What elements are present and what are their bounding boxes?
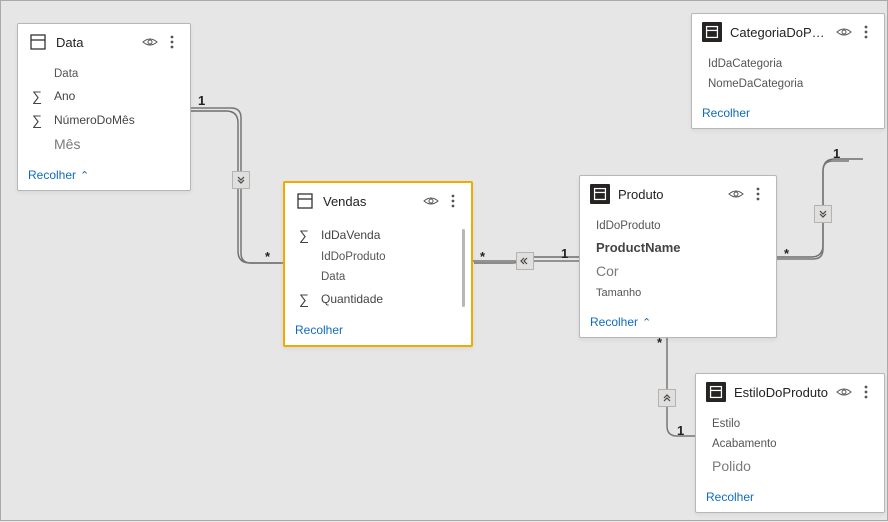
- card-body: IdDoProduto ProductName Cor Tamanho: [580, 212, 776, 309]
- filter-direction-icon: [814, 205, 832, 223]
- cardinality-label: *: [265, 249, 270, 264]
- card-header[interactable]: EstiloDoProduto: [696, 374, 884, 410]
- field-row[interactable]: ∑NúmeroDoMês: [18, 108, 190, 132]
- chevron-up-icon: ⌃: [642, 316, 651, 329]
- field-row[interactable]: ProductName: [580, 236, 776, 259]
- scrollbar[interactable]: [462, 229, 465, 307]
- collapse-button[interactable]: Recolher⌃: [580, 309, 776, 337]
- card-body: IdDaCategoria NomeDaCategoria: [692, 50, 884, 100]
- table-title: Data: [56, 35, 134, 50]
- chevron-up-icon: ⌃: [80, 169, 89, 182]
- more-options-icon[interactable]: [858, 384, 874, 400]
- field-row[interactable]: ∑Ano: [18, 84, 190, 108]
- table-icon: [702, 22, 722, 42]
- table-icon: [590, 184, 610, 204]
- cardinality-label: 1: [561, 246, 568, 261]
- table-card-estilo[interactable]: EstiloDoProduto Estilo Acabamento Polido…: [695, 373, 885, 513]
- table-card-produto[interactable]: Produto IdDoProduto ProductName Cor Tama…: [579, 175, 777, 338]
- card-header[interactable]: Vendas: [285, 183, 471, 219]
- field-row[interactable]: IdDoProduto: [285, 247, 471, 267]
- more-options-icon[interactable]: [858, 24, 874, 40]
- visibility-icon[interactable]: [728, 186, 744, 202]
- table-card-categoria[interactable]: CategoriaDoProduto IdDaCategoria NomeDaC…: [691, 13, 885, 129]
- more-options-icon[interactable]: [750, 186, 766, 202]
- cardinality-label: 1: [833, 146, 840, 161]
- filter-direction-icon: [658, 389, 676, 407]
- field-row[interactable]: IdDoProduto: [580, 216, 776, 236]
- table-title: Produto: [618, 187, 720, 202]
- table-icon: [295, 191, 315, 211]
- sigma-icon: ∑: [299, 227, 313, 243]
- more-options-icon[interactable]: [445, 193, 461, 209]
- field-row[interactable]: Tamanho: [580, 283, 776, 303]
- visibility-icon[interactable]: [142, 34, 158, 50]
- filter-direction-icon: [232, 171, 250, 189]
- field-row[interactable]: Polido: [696, 454, 884, 478]
- card-header[interactable]: CategoriaDoProduto: [692, 14, 884, 50]
- table-card-data[interactable]: Data Data ∑Ano ∑NúmeroDoMês Mês Recolher…: [17, 23, 191, 191]
- field-row[interactable]: ∑Quantidade: [285, 287, 471, 311]
- field-row[interactable]: Mês: [18, 132, 190, 156]
- visibility-icon[interactable]: [423, 193, 439, 209]
- sigma-icon: ∑: [32, 112, 46, 128]
- card-header[interactable]: Produto: [580, 176, 776, 212]
- table-card-vendas[interactable]: Vendas ∑IdDaVenda IdDoProduto Data ∑Quan…: [283, 181, 473, 347]
- table-icon: [706, 382, 726, 402]
- collapse-button[interactable]: Recolher: [696, 484, 884, 512]
- card-body: Data ∑Ano ∑NúmeroDoMês Mês: [18, 60, 190, 162]
- collapse-button[interactable]: Recolher: [692, 100, 884, 128]
- sigma-icon: ∑: [32, 88, 46, 104]
- cardinality-label: 1: [198, 93, 205, 108]
- field-row[interactable]: Estilo: [696, 414, 884, 434]
- cardinality-label: *: [480, 249, 485, 264]
- visibility-icon[interactable]: [836, 384, 852, 400]
- table-title: EstiloDoProduto: [734, 385, 828, 400]
- visibility-icon[interactable]: [836, 24, 852, 40]
- field-row[interactable]: Cor: [580, 259, 776, 283]
- field-row[interactable]: ∑IdDaVenda: [285, 223, 471, 247]
- cardinality-label: 1: [677, 423, 684, 438]
- sigma-icon: ∑: [299, 291, 313, 307]
- more-options-icon[interactable]: [164, 34, 180, 50]
- table-title: CategoriaDoProduto: [730, 25, 828, 40]
- field-row[interactable]: IdDaCategoria: [692, 54, 884, 74]
- card-body: ∑IdDaVenda IdDoProduto Data ∑Quantidade: [285, 219, 471, 317]
- cardinality-label: *: [784, 246, 789, 261]
- card-body: Estilo Acabamento Polido: [696, 410, 884, 484]
- filter-direction-icon: [516, 252, 534, 270]
- field-row[interactable]: Data: [18, 64, 190, 84]
- field-row[interactable]: Acabamento: [696, 434, 884, 454]
- collapse-button[interactable]: Recolher⌃: [18, 162, 190, 190]
- card-header[interactable]: Data: [18, 24, 190, 60]
- collapse-button[interactable]: Recolher: [285, 317, 471, 345]
- field-row[interactable]: Data: [285, 267, 471, 287]
- table-icon: [28, 32, 48, 52]
- table-title: Vendas: [323, 194, 415, 209]
- field-row[interactable]: NomeDaCategoria: [692, 74, 884, 94]
